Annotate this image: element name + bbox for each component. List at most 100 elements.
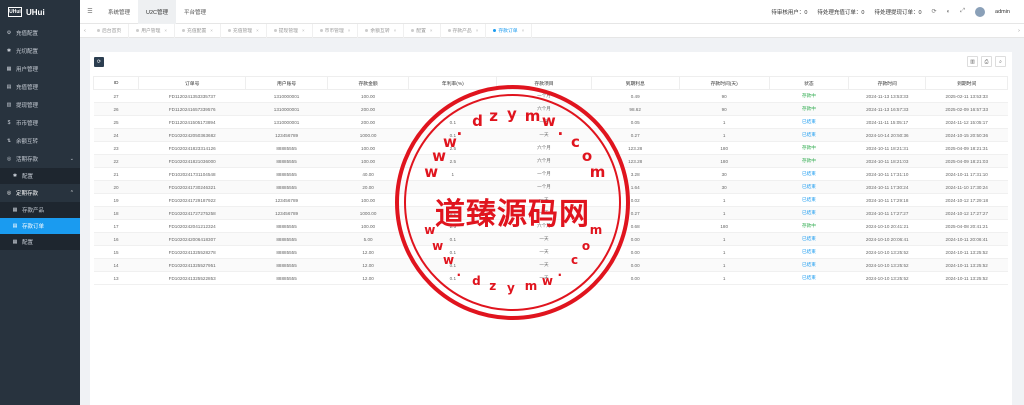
pending-withdraw-link[interactable]: 待处理提现订单：0: [874, 8, 921, 16]
print-icon[interactable]: ⎙: [981, 56, 992, 67]
tab-item[interactable]: 后台首页: [90, 23, 130, 38]
table-cell: FD1020241731104548: [138, 167, 246, 181]
table-cell: 0.49: [591, 89, 680, 103]
column-header[interactable]: 存款项目: [496, 76, 592, 90]
close-icon[interactable]: ×: [394, 28, 397, 33]
table-row[interactable]: 22 FD1020241821036000 88885555 100.00 2.5 六个月…: [93, 154, 1008, 168]
tab-next-icon[interactable]: ›: [1014, 28, 1024, 34]
table-row[interactable]: 14 FD1020241325527951 88885555 12.00 0.1 一天 0.…: [93, 258, 1008, 272]
table-row[interactable]: 17 FD1020242041212324 88885555 100.00 2.5 六个月…: [93, 219, 1008, 233]
gear-icon: ✱: [12, 173, 18, 179]
table-cell: 5.00: [327, 232, 409, 246]
pending-users-link[interactable]: 待审核用户：0: [771, 8, 807, 16]
sidebar-item[interactable]: $ 币币管理: [0, 114, 80, 132]
table-row[interactable]: 13 FD1020241325522853 88885555 12.00 0.1 一天 0.…: [93, 271, 1008, 285]
column-header[interactable]: ID: [92, 76, 140, 90]
table-row[interactable]: 23 FD1020241823314126 88885555 100.00 2.5 六个月…: [93, 141, 1008, 155]
avatar[interactable]: [975, 6, 986, 17]
table-cell: 2.5: [408, 154, 497, 168]
close-icon[interactable]: ×: [476, 28, 479, 33]
sidebar-group-current-deposit[interactable]: ◎ 活期存款 ⌄: [0, 150, 80, 168]
tab-item[interactable]: 用户管理 ×: [129, 23, 176, 38]
theme-icon[interactable]: ◐: [947, 9, 951, 15]
gear-icon: ⚙: [6, 30, 12, 36]
close-icon[interactable]: ×: [302, 28, 305, 33]
table-cell: 1310000001: [245, 89, 328, 103]
column-header[interactable]: 到期时间: [925, 76, 1008, 90]
status-cell: 存款中: [769, 141, 849, 155]
tab-item[interactable]: 存款产品 ×: [441, 23, 487, 38]
table-cell: 1: [679, 193, 770, 207]
pending-recharge-link[interactable]: 待处理充值订单：0: [817, 8, 864, 16]
tab-item[interactable]: 充值管理 ×: [221, 23, 267, 38]
sidebar-item-deposit-products[interactable]: ▦ 存款产品: [0, 202, 80, 218]
logo[interactable]: UHui UHui: [0, 0, 80, 24]
table-row[interactable]: 26 FD1120241657339576 1310000001 200.00 六个月 9…: [93, 102, 1008, 116]
sidebar-item[interactable]: ▥ 提现管理: [0, 96, 80, 114]
table-cell: 20: [93, 180, 139, 194]
table-cell: 2024-10-10 13:25:52: [848, 271, 926, 285]
top-nav-item[interactable]: 系统管理: [100, 0, 138, 24]
tab-label: 余额互转: [370, 29, 390, 34]
tab-item[interactable]: 提现管理 ×: [267, 23, 313, 38]
top-nav-item[interactable]: 平台管理: [176, 0, 214, 24]
sidebar-group-fixed-deposit[interactable]: ◎ 定期存款 ⌃: [0, 184, 80, 202]
tab-item[interactable]: 存款订单 ×: [486, 23, 533, 38]
column-header[interactable]: 到期利息: [590, 76, 680, 90]
column-header[interactable]: 订单号: [138, 76, 247, 90]
sidebar-item[interactable]: ⇅ 余额互转: [0, 132, 80, 150]
brand-name: UHui: [26, 7, 45, 17]
tab-prev-icon[interactable]: ‹: [80, 28, 90, 34]
chevron-down-icon: ⌄: [69, 156, 74, 162]
columns-icon[interactable]: ▥: [967, 56, 978, 67]
sidebar-item-current-config[interactable]: ✱ 配置: [0, 168, 80, 184]
sidebar-item[interactable]: ⚙ 充值配置: [0, 24, 80, 42]
table-cell: 2024-10-11 13:25:52: [925, 258, 1008, 272]
status-cell: 存款中: [769, 154, 849, 168]
tab-item[interactable]: 币币管理 ×: [313, 23, 359, 38]
table-cell: 1: [679, 206, 770, 220]
sidebar-item-deposit-orders[interactable]: ▤ 存款订单: [0, 218, 80, 234]
table-row[interactable]: 25 FD1120241505173894 1310000001 200.00 0.1 一…: [93, 115, 1008, 129]
refresh-icon[interactable]: ⟳: [932, 8, 937, 15]
tab-dot-icon: [136, 29, 140, 32]
close-icon[interactable]: ×: [164, 28, 167, 33]
tab-item[interactable]: 充值配置 ×: [175, 23, 221, 38]
table-row[interactable]: 19 FD1020241729187922 123456789 100.00 一天 0.0…: [93, 193, 1008, 207]
search-icon[interactable]: ⌕: [995, 56, 1006, 67]
column-header[interactable]: 存款时间: [848, 76, 927, 90]
table-row[interactable]: 20 FD1020241730246321 88885555 20.00 一个月 1.64…: [93, 180, 1008, 194]
sidebar-item-fixed-config[interactable]: ▦ 配置: [0, 234, 80, 250]
sidebar-item[interactable]: ✱ 光切配置: [0, 42, 80, 60]
close-icon[interactable]: ×: [430, 28, 433, 33]
column-header[interactable]: 存款时间(天): [678, 76, 770, 90]
table-row[interactable]: 21 FD1020241731104548 88885555 40.00 1 一个月 3.2…: [93, 167, 1008, 181]
table-row[interactable]: 24 FD1020242050363682 123456789 1000.00 0.1 一…: [93, 128, 1008, 142]
tab-item[interactable]: 余额互转 ×: [358, 23, 405, 38]
table-row[interactable]: 15 FD1020241325528278 88885555 12.00 0.1 一天 0.…: [93, 245, 1008, 259]
close-icon[interactable]: ×: [522, 28, 525, 33]
logo-mark: UHui: [8, 7, 22, 17]
tab-item[interactable]: 配置 ×: [404, 23, 441, 38]
column-header[interactable]: 状态: [768, 76, 850, 90]
close-icon[interactable]: ×: [256, 28, 259, 33]
table-cell: 一天: [496, 232, 592, 246]
table-row[interactable]: 27 FD1120241353335737 1310000001 100.00 一个月 0…: [93, 89, 1008, 103]
table-row[interactable]: 18 FD1020241727275258 123456789 1000.00 0.1 一…: [93, 206, 1008, 220]
table-row[interactable]: 16 FD1020242006418307 88885555 5.00 0.1 一天 0.0…: [93, 232, 1008, 246]
column-header[interactable]: 用户账号: [245, 76, 328, 90]
user-name[interactable]: admin: [995, 9, 1010, 15]
sidebar-item[interactable]: ▦ 用户管理: [0, 60, 80, 78]
refresh-button[interactable]: ⟳: [94, 57, 104, 67]
table-cell: 2024-10-11 13:25:52: [925, 245, 1008, 259]
sidebar-group-label: 活期存款: [16, 157, 39, 163]
close-icon[interactable]: ×: [210, 28, 213, 33]
sidebar-item[interactable]: ▤ 充值管理: [0, 78, 80, 96]
close-icon[interactable]: ×: [348, 28, 351, 33]
column-header[interactable]: 年利率(%): [408, 76, 498, 90]
menu-toggle-icon[interactable]: ☰: [80, 8, 100, 15]
fullscreen-icon[interactable]: ⤢: [960, 8, 965, 15]
column-header[interactable]: 存款金额: [326, 76, 410, 90]
grid-icon: ▦: [12, 207, 18, 213]
top-nav-item[interactable]: U2C管理: [138, 0, 177, 24]
